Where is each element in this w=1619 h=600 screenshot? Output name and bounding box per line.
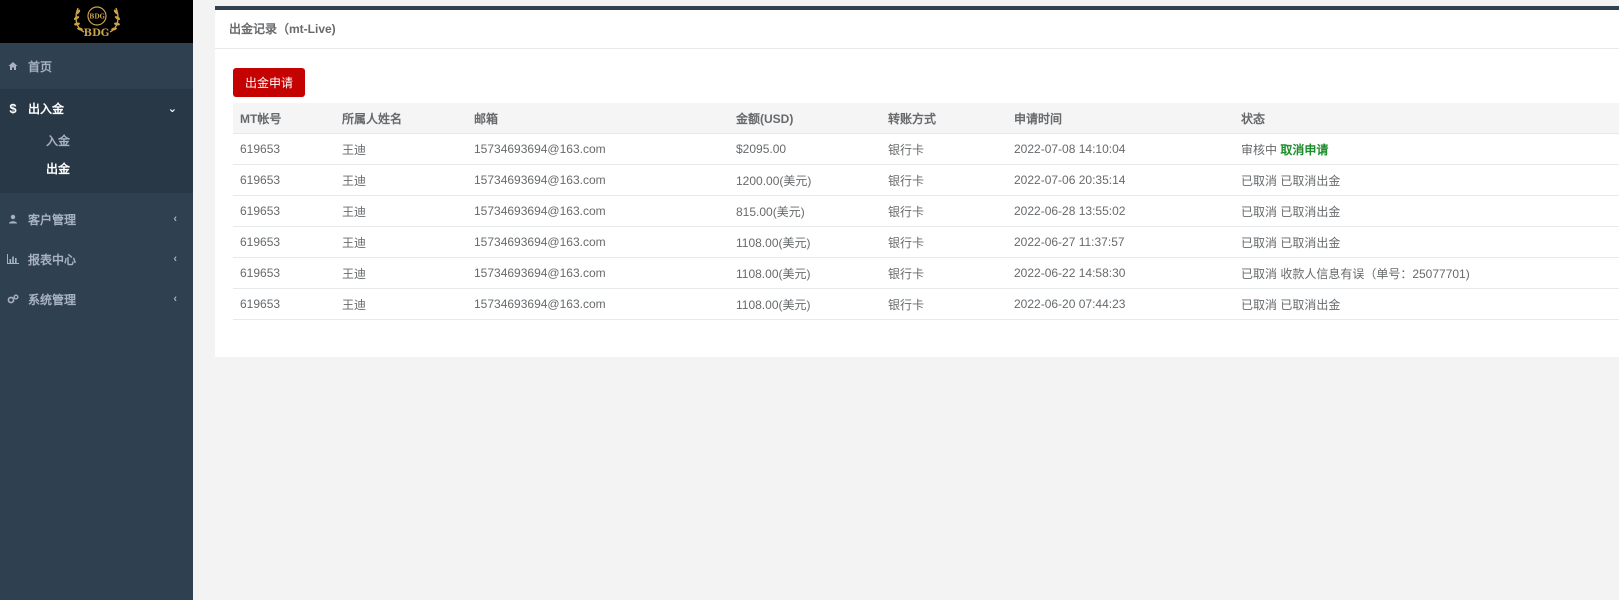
- cell-mt-account: 619653: [233, 288, 335, 320]
- sidebar-item-label: 首页: [28, 59, 53, 74]
- cell-status: 审核中 取消申请: [1234, 133, 1619, 165]
- sidebar-subitem-withdraw[interactable]: 出金: [0, 155, 193, 183]
- chevron-down-icon: ⌄: [167, 102, 177, 115]
- submenu-funds: 入金 出金: [0, 127, 193, 193]
- chevron-left-icon: ‹: [173, 253, 177, 265]
- cell-status: 已取消 已取消出金: [1234, 195, 1619, 227]
- cell-email: 15734693694@163.com: [467, 226, 729, 258]
- status-text: 审核中: [1241, 142, 1278, 157]
- table-row: 619653 王迪 15734693694@163.com 1200.00(美元…: [233, 164, 1619, 196]
- cell-owner-name: 王迪: [335, 133, 467, 165]
- col-header-mt-account: MT帐号: [233, 103, 335, 134]
- col-header-amount: 金额(USD): [729, 103, 881, 134]
- home-icon: [6, 61, 20, 71]
- panel-title: 出金记录（mt-Live): [215, 10, 1619, 49]
- chevron-left-icon: ‹: [173, 213, 177, 225]
- table-row: 619653 王迪 15734693694@163.com $2095.00 银…: [233, 133, 1619, 165]
- table-row: 619653 王迪 15734693694@163.com 1108.00(美元…: [233, 226, 1619, 258]
- cell-email: 15734693694@163.com: [467, 288, 729, 320]
- cell-transfer-method: 银行卡: [881, 257, 1007, 289]
- col-header-owner-name: 所属人姓名: [335, 103, 467, 134]
- cell-transfer-method: 银行卡: [881, 164, 1007, 196]
- cell-owner-name: 王迪: [335, 288, 467, 320]
- cell-apply-time: 2022-06-27 11:37:57: [1007, 226, 1234, 258]
- cell-apply-time: 2022-06-22 14:58:30: [1007, 257, 1234, 289]
- table-row: 619653 王迪 15734693694@163.com 1108.00(美元…: [233, 257, 1619, 289]
- table-row: 619653 王迪 15734693694@163.com 1108.00(美元…: [233, 288, 1619, 320]
- gears-icon: [6, 294, 20, 304]
- logo-text: BDG: [83, 28, 110, 39]
- cell-email: 15734693694@163.com: [467, 164, 729, 196]
- brand-logo[interactable]: BDG BDG: [0, 0, 193, 43]
- cancel-application-link[interactable]: 取消申请: [1280, 143, 1328, 157]
- cell-status: 已取消 收款人信息有误（单号：25077701): [1234, 257, 1619, 289]
- cell-mt-account: 619653: [233, 195, 335, 227]
- col-header-email: 邮箱: [467, 103, 729, 134]
- cell-mt-account: 619653: [233, 226, 335, 258]
- cell-status: 已取消 已取消出金: [1234, 164, 1619, 196]
- cell-transfer-method: 银行卡: [881, 195, 1007, 227]
- svg-text:BDG: BDG: [89, 13, 104, 20]
- sidebar-item-system[interactable]: 系统管理 ‹: [0, 279, 193, 319]
- sidebar-item-label: 客户管理: [28, 212, 77, 227]
- chevron-left-icon: ‹: [173, 293, 177, 305]
- cell-email: 15734693694@163.com: [467, 195, 729, 227]
- dollar-icon: $: [9, 100, 17, 116]
- cell-apply-time: 2022-07-06 20:35:14: [1007, 164, 1234, 196]
- cell-amount: 1108.00(美元): [729, 257, 881, 289]
- sidebar: BDG BDG 首页 $ 出入金 ⌄ 入金 出金 客户管理 ‹ 报表中心 ‹ 系…: [0, 0, 193, 600]
- user-icon: [6, 214, 20, 224]
- cell-mt-account: 619653: [233, 257, 335, 289]
- col-header-status: 状态: [1234, 103, 1619, 134]
- cell-owner-name: 王迪: [335, 164, 467, 196]
- cell-amount: 1108.00(美元): [729, 226, 881, 258]
- cell-amount: 815.00(美元): [729, 195, 881, 227]
- withdraw-records-panel: 出金记录（mt-Live) 出金申请 MT帐号 所属人姓名 邮箱 金额(USD)…: [215, 6, 1619, 357]
- cell-apply-time: 2022-06-20 07:44:23: [1007, 288, 1234, 320]
- cell-transfer-method: 银行卡: [881, 288, 1007, 320]
- sidebar-item-home[interactable]: 首页: [0, 47, 193, 85]
- cell-email: 15734693694@163.com: [467, 257, 729, 289]
- cell-owner-name: 王迪: [335, 195, 467, 227]
- cell-status: 已取消 已取消出金: [1234, 288, 1619, 320]
- sidebar-subitem-deposit[interactable]: 入金: [0, 127, 193, 155]
- cell-apply-time: 2022-07-08 14:10:04: [1007, 133, 1234, 165]
- table-row: 619653 王迪 15734693694@163.com 815.00(美元)…: [233, 195, 1619, 227]
- cell-amount: 1108.00(美元): [729, 288, 881, 320]
- cell-owner-name: 王迪: [335, 226, 467, 258]
- col-header-apply-time: 申请时间: [1007, 103, 1234, 134]
- sidebar-item-label: 系统管理: [28, 292, 77, 307]
- bar-chart-icon: [6, 254, 20, 264]
- sidebar-item-funds[interactable]: $ 出入金 ⌄: [0, 89, 193, 127]
- table-header-row: MT帐号 所属人姓名 邮箱 金额(USD) 转账方式 申请时间 状态: [233, 103, 1619, 134]
- cell-email: 15734693694@163.com: [467, 133, 729, 165]
- sidebar-item-customers[interactable]: 客户管理 ‹: [0, 199, 193, 239]
- cell-status: 已取消 已取消出金: [1234, 226, 1619, 258]
- withdraw-records-table: MT帐号 所属人姓名 邮箱 金额(USD) 转账方式 申请时间 状态 61965…: [233, 103, 1619, 320]
- sidebar-item-label: 报表中心: [28, 252, 77, 267]
- cell-owner-name: 王迪: [335, 257, 467, 289]
- withdraw-apply-button[interactable]: 出金申请: [233, 68, 306, 97]
- col-header-transfer-method: 转账方式: [881, 103, 1007, 134]
- cell-transfer-method: 银行卡: [881, 133, 1007, 165]
- cell-transfer-method: 银行卡: [881, 226, 1007, 258]
- sidebar-item-label: 出入金: [28, 101, 65, 116]
- sidebar-item-reports[interactable]: 报表中心 ‹: [0, 239, 193, 279]
- cell-amount: 1200.00(美元): [729, 164, 881, 196]
- cell-apply-time: 2022-06-28 13:55:02: [1007, 195, 1234, 227]
- cell-mt-account: 619653: [233, 164, 335, 196]
- cell-amount: $2095.00: [729, 133, 881, 165]
- cell-mt-account: 619653: [233, 133, 335, 165]
